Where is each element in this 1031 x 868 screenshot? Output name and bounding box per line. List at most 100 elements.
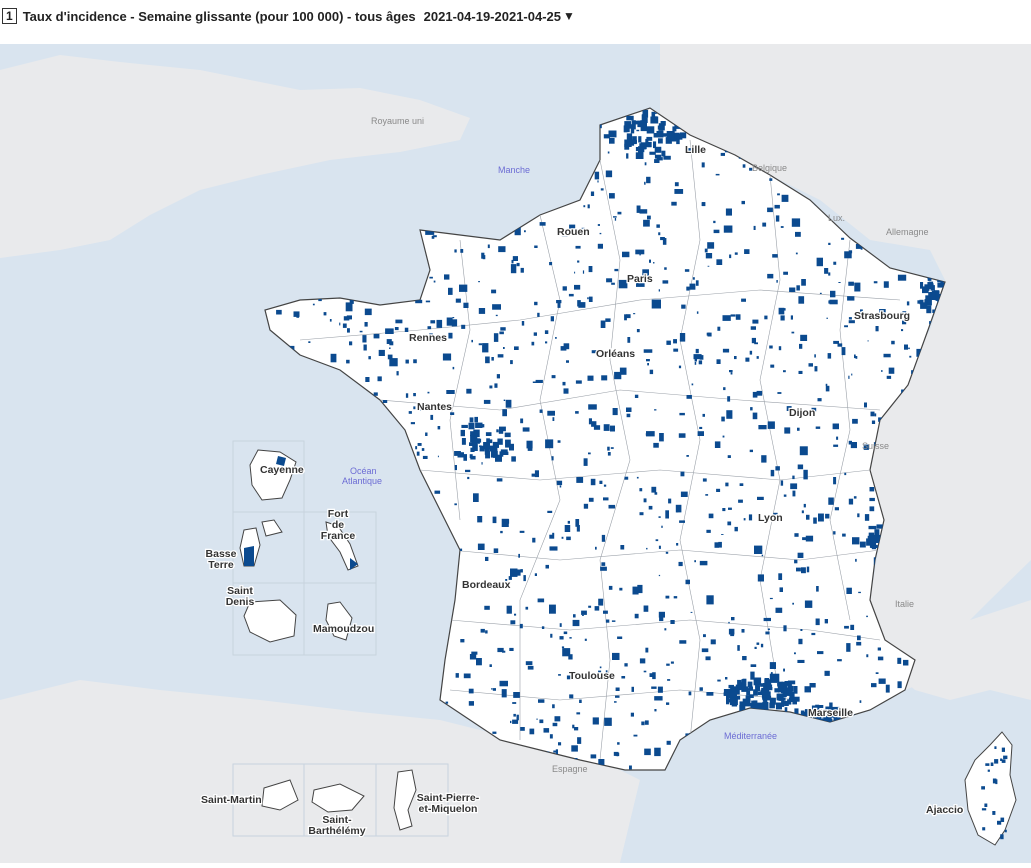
city-label-marseille[interactable]: Marseille bbox=[807, 706, 855, 721]
incidence-patch bbox=[460, 288, 464, 291]
incidence-patch bbox=[665, 510, 669, 519]
incidence-patch bbox=[343, 316, 350, 321]
city-label-orleans[interactable]: Orléans bbox=[595, 347, 637, 362]
inset-label-mamoudzou: Mamoudzou bbox=[313, 623, 374, 635]
incidence-patch bbox=[701, 202, 705, 206]
incidence-patch bbox=[385, 328, 394, 334]
incidence-patch bbox=[716, 359, 721, 364]
incidence-patch bbox=[870, 411, 875, 417]
incidence-patch bbox=[670, 620, 675, 624]
incidence-patch bbox=[784, 681, 788, 686]
incidence-patch bbox=[790, 315, 793, 320]
incidence-patch bbox=[621, 676, 626, 679]
incidence-patch bbox=[658, 232, 661, 236]
incidence-patch bbox=[623, 125, 630, 133]
incidence-patch bbox=[767, 207, 773, 213]
incidence-patch bbox=[854, 354, 856, 359]
incidence-patch bbox=[514, 613, 517, 616]
city-label-dijon[interactable]: Dijon bbox=[788, 406, 817, 421]
incidence-patch bbox=[762, 222, 767, 227]
incidence-patch bbox=[604, 717, 612, 726]
incidence-patch bbox=[864, 402, 867, 408]
incidence-patch bbox=[487, 244, 490, 249]
city-label-rennes[interactable]: Rennes bbox=[408, 331, 449, 346]
incidence-patch bbox=[460, 429, 465, 437]
incidence-patch bbox=[539, 222, 546, 226]
incidence-patch bbox=[329, 319, 332, 322]
city-label-ajaccio[interactable]: Ajaccio bbox=[925, 803, 965, 818]
incidence-patch bbox=[599, 666, 602, 669]
incidence-patch bbox=[517, 569, 521, 576]
incidence-patch bbox=[624, 476, 629, 480]
incidence-patch bbox=[767, 421, 775, 429]
city-label-strasbourg[interactable]: Strasbourg bbox=[853, 309, 912, 324]
incidence-patch bbox=[653, 442, 659, 448]
incidence-patch bbox=[483, 399, 491, 404]
incidence-patch bbox=[828, 242, 831, 245]
incidence-patch bbox=[389, 347, 391, 349]
incidence-patch bbox=[520, 727, 525, 731]
incidence-patch bbox=[657, 686, 663, 693]
incidence-patch bbox=[485, 432, 492, 436]
incidence-patch bbox=[566, 360, 569, 363]
incidence-patch bbox=[837, 343, 843, 347]
incidence-patch bbox=[763, 617, 771, 622]
incidence-patch bbox=[489, 445, 498, 452]
incidence-patch bbox=[662, 238, 667, 245]
france-map-svg[interactable]: Royaume uni Belgique Lux. Allemagne Suisse It… bbox=[0, 44, 1031, 863]
city-label-toulouse[interactable]: Toulouse bbox=[568, 669, 617, 684]
incidence-patch bbox=[786, 687, 792, 694]
incidence-patch bbox=[502, 650, 506, 653]
period-selector[interactable]: 2021-04-19-2021-04-25 bbox=[424, 9, 561, 24]
incidence-patch bbox=[814, 354, 816, 358]
incidence-patch bbox=[848, 375, 850, 379]
incidence-patch bbox=[886, 375, 892, 379]
city-label-nantes[interactable]: Nantes bbox=[416, 400, 454, 415]
incidence-patch bbox=[763, 700, 768, 707]
incidence-patch bbox=[594, 606, 600, 611]
incidence-patch bbox=[364, 308, 372, 316]
incidence-patch bbox=[644, 181, 646, 185]
incidence-patch bbox=[609, 138, 615, 144]
caret-down-icon[interactable]: ▼ bbox=[563, 9, 575, 23]
incidence-patch bbox=[717, 679, 721, 682]
incidence-patch bbox=[769, 345, 773, 349]
map-canvas[interactable]: Royaume uni Belgique Lux. Allemagne Suisse It… bbox=[0, 44, 1031, 863]
incidence-patch bbox=[444, 274, 450, 280]
incidence-patch bbox=[611, 620, 616, 622]
incidence-patch bbox=[365, 377, 370, 382]
incidence-patch bbox=[867, 340, 869, 342]
inset-label-saint-denis: Denis bbox=[226, 596, 255, 608]
incidence-patch bbox=[339, 322, 341, 326]
incidence-patch bbox=[500, 327, 506, 331]
incidence-patch bbox=[422, 455, 428, 459]
incidence-patch bbox=[981, 786, 985, 790]
incidence-patch bbox=[465, 469, 471, 473]
incidence-patch bbox=[837, 659, 842, 662]
incidence-patch bbox=[1001, 759, 1006, 763]
sea-label-mediterranee: Méditerranée bbox=[724, 731, 777, 741]
incidence-patch bbox=[504, 432, 511, 438]
incidence-patch bbox=[446, 390, 455, 394]
incidence-patch bbox=[871, 683, 877, 688]
incidence-patch bbox=[696, 311, 699, 314]
incidence-patch bbox=[723, 387, 726, 391]
incidence-patch bbox=[598, 598, 604, 606]
incidence-patch bbox=[783, 370, 786, 373]
city-label-lyon[interactable]: Lyon bbox=[757, 511, 784, 526]
incidence-patch bbox=[610, 425, 615, 432]
incidence-patch bbox=[846, 643, 851, 652]
incidence-patch bbox=[828, 272, 831, 276]
incidence-patch bbox=[597, 243, 603, 249]
incidence-patch bbox=[601, 562, 606, 566]
city-label-bordeaux[interactable]: Bordeaux bbox=[461, 578, 512, 593]
incidence-patch bbox=[454, 465, 457, 471]
incidence-patch bbox=[510, 568, 518, 577]
city-label-paris[interactable]: Paris bbox=[626, 272, 654, 287]
city-label-lille[interactable]: Lille bbox=[684, 143, 708, 158]
incidence-patch bbox=[1003, 755, 1008, 760]
city-label-rouen[interactable]: Rouen bbox=[556, 225, 591, 240]
incidence-patch bbox=[715, 173, 720, 176]
incidence-patch bbox=[362, 335, 367, 343]
incidence-patch bbox=[608, 585, 613, 590]
